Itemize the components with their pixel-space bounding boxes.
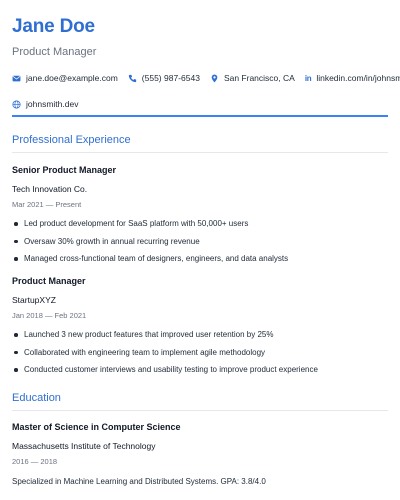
location-pin-icon: [211, 74, 218, 82]
website-contact[interactable]: johnsmith.dev: [12, 99, 78, 109]
bullet-item: Collaborated with engineering team to im…: [12, 348, 388, 366]
section-title-education: Education: [12, 392, 61, 404]
contact-row: johnsmith.dev: [12, 97, 388, 111]
experience-item: Senior Product Manager Tech Innovation C…: [12, 165, 388, 272]
linkedin-icon: in: [304, 73, 312, 83]
location-text: San Francisco, CA: [223, 73, 295, 83]
email-contact[interactable]: jane.doe@example.com: [12, 73, 118, 83]
job-title: Product Manager: [12, 276, 86, 286]
header-divider: [12, 115, 388, 117]
school-name: Massachusetts Institute of Technology: [12, 441, 156, 451]
bullet-item: Managed cross-functional team of designe…: [12, 254, 388, 272]
education-item: Master of Science in Computer Science Ma…: [12, 422, 388, 486]
resume-title: Product Manager: [12, 46, 97, 58]
bullet-item: Conducted customer interviews and usabil…: [12, 365, 388, 383]
education-description: Specialized in Machine Learning and Dist…: [12, 477, 266, 486]
section-divider: [12, 410, 388, 411]
envelope-icon: [12, 75, 21, 81]
job-title: Senior Product Manager: [12, 165, 117, 175]
job-dates: Mar 2021 — Present: [12, 200, 82, 209]
email-text: jane.doe@example.com: [26, 73, 118, 83]
resume-name: Jane Doe: [12, 16, 95, 37]
bullet-item: Oversaw 30% growth in annual recurring r…: [12, 237, 388, 255]
section-title-experience: Professional Experience: [12, 134, 131, 146]
bullet-list: Launched 3 new product features that imp…: [12, 330, 388, 383]
phone-text: (555) 987-6543: [141, 73, 200, 83]
degree-title: Master of Science in Computer Science: [12, 422, 181, 432]
bullet-list: Led product development for SaaS platfor…: [12, 219, 388, 272]
experience-item: Product Manager StartupXYZ Jan 2018 — Fe…: [12, 276, 388, 383]
contact-row: jane.doe@example.com (555) 987-6543 San …: [12, 71, 400, 85]
job-dates: Jan 2018 — Feb 2021: [12, 311, 87, 320]
phone-contact[interactable]: (555) 987-6543: [128, 73, 200, 83]
globe-icon: [12, 99, 21, 109]
website-text: johnsmith.dev: [26, 99, 79, 109]
phone-icon: [128, 74, 136, 82]
company-name: Tech Innovation Co.: [12, 184, 88, 194]
resume-page: Jane Doe Product Manager jane.doe@exampl…: [0, 0, 400, 500]
section-divider: [12, 152, 388, 153]
bullet-item: Led product development for SaaS platfor…: [12, 219, 388, 237]
education-dates: 2016 — 2018: [12, 457, 58, 466]
location-contact: San Francisco, CA: [210, 73, 295, 83]
bullet-item: Launched 3 new product features that imp…: [12, 330, 388, 348]
company-name: StartupXYZ: [12, 295, 56, 305]
linkedin-contact[interactable]: in linkedin.com/in/johnsmith: [305, 73, 400, 83]
linkedin-text: linkedin.com/in/johnsmith: [316, 73, 400, 83]
